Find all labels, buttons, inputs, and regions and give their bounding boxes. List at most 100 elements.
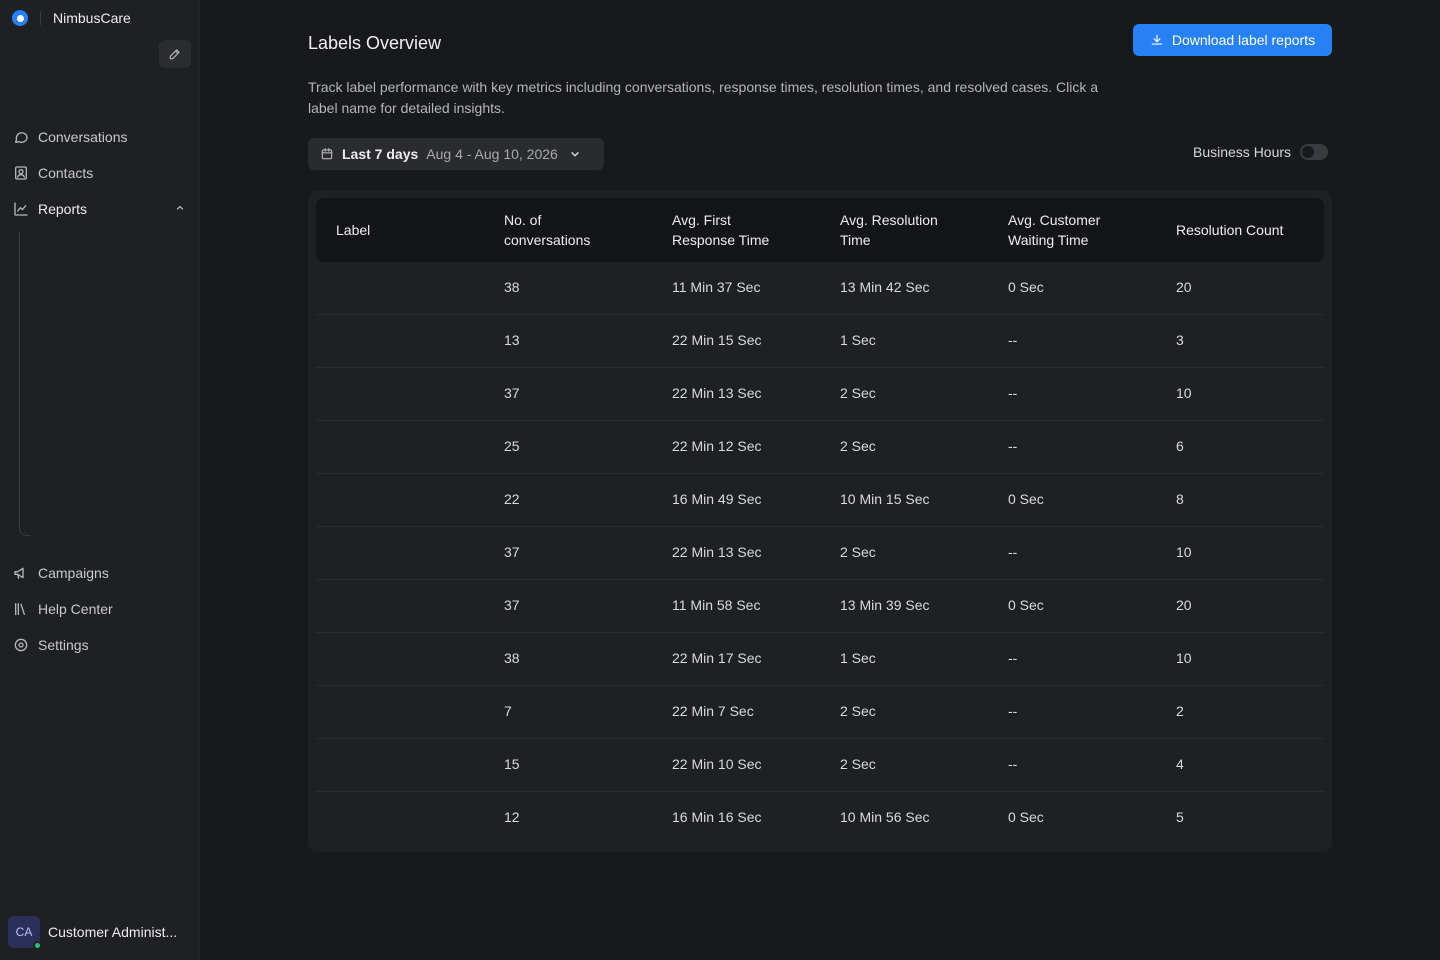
- cell-resolution-time: 2 Sec: [840, 438, 876, 454]
- business-hours-toggle[interactable]: [1300, 144, 1329, 160]
- avatar: CA: [8, 916, 42, 950]
- cell-conversations: 13: [504, 332, 520, 348]
- sidebar-item-contacts[interactable]: Contacts: [12, 161, 192, 185]
- cell-resolution-count: 2: [1176, 703, 1184, 719]
- sidebar-item-reports[interactable]: Reports: [12, 197, 192, 221]
- brand-name: NimbusCare: [53, 10, 131, 26]
- sidebar-item-label: Settings: [38, 637, 89, 653]
- cell-first-response: 11 Min 58 Sec: [672, 597, 761, 613]
- cell-resolution-count: 10: [1176, 385, 1192, 401]
- user-menu[interactable]: CA Customer Administ...: [8, 916, 188, 950]
- cell-waiting-time: 0 Sec: [1008, 809, 1044, 825]
- table-row[interactable]: 37 22 Min 13 Sec 2 Sec -- 10: [316, 527, 1324, 580]
- cell-resolution-count: 20: [1176, 597, 1192, 613]
- cell-resolution-time: 10 Min 56 Sec: [840, 809, 930, 825]
- megaphone-icon: [12, 564, 30, 582]
- date-range-picker[interactable]: Last 7 days Aug 4 - Aug 10, 2026: [308, 138, 604, 170]
- brand[interactable]: NimbusCare: [12, 8, 131, 28]
- cell-conversations: 25: [504, 438, 520, 454]
- chevron-down-icon: [568, 147, 582, 161]
- line-chart-icon: [12, 200, 30, 218]
- cell-resolution-count: 5: [1176, 809, 1184, 825]
- table-row[interactable]: 22 16 Min 49 Sec 10 Min 15 Sec 0 Sec 8: [316, 474, 1324, 527]
- compose-button[interactable]: [159, 40, 191, 68]
- cell-conversations: 38: [504, 279, 520, 295]
- cell-waiting-time: --: [1008, 385, 1018, 401]
- page-description: Track label performance with key metrics…: [308, 79, 1099, 116]
- cell-conversations: 15: [504, 756, 520, 772]
- cell-waiting-time: 0 Sec: [1008, 597, 1044, 613]
- cell-conversations: 37: [504, 544, 520, 560]
- table-row[interactable]: 38 22 Min 17 Sec 1 Sec -- 10: [316, 633, 1324, 686]
- cell-resolution-time: 13 Min 39 Sec: [840, 597, 930, 613]
- cell-resolution-count: 6: [1176, 438, 1184, 454]
- table-row[interactable]: 25 22 Min 12 Sec 2 Sec -- 6: [316, 421, 1324, 474]
- avatar-initials: CA: [15, 925, 33, 939]
- cell-resolution-time: 1 Sec: [840, 332, 876, 348]
- sidebar-item-label: Help Center: [38, 601, 113, 617]
- user-name: Customer Administ...: [48, 924, 178, 940]
- cell-resolution-time: 1 Sec: [840, 650, 876, 666]
- table-header: Label No. of conversations Avg. First Re…: [316, 198, 1324, 262]
- cell-conversations: 38: [504, 650, 520, 666]
- table-row[interactable]: 12 16 Min 16 Sec 10 Min 56 Sec 0 Sec 5: [316, 792, 1324, 845]
- gear-icon: [12, 636, 30, 654]
- cell-waiting-time: --: [1008, 650, 1018, 666]
- table-row[interactable]: 38 11 Min 37 Sec 13 Min 42 Sec 0 Sec 20: [316, 262, 1324, 315]
- sidebar-item-settings[interactable]: Settings: [12, 633, 192, 657]
- sidebar-item-campaigns[interactable]: Campaigns: [12, 561, 192, 585]
- cell-first-response: 22 Min 10 Sec: [672, 756, 762, 772]
- table-row[interactable]: 15 22 Min 10 Sec 2 Sec -- 4: [316, 739, 1324, 792]
- column-header-label[interactable]: Label: [336, 220, 370, 240]
- sidebar-item-label: Campaigns: [38, 565, 109, 581]
- sidebar-item-help-center[interactable]: Help Center: [12, 597, 192, 621]
- cell-resolution-time: 2 Sec: [840, 703, 876, 719]
- cell-resolution-count: 10: [1176, 650, 1192, 666]
- cell-conversations: 22: [504, 491, 520, 507]
- page-title: Labels Overview: [308, 33, 442, 53]
- download-label-reports-button[interactable]: Download label reports: [1133, 24, 1332, 56]
- sidebar-item-label: Reports: [38, 201, 88, 217]
- date-range-dates: Aug 4 - Aug 10, 2026: [426, 146, 558, 162]
- chat-bubble-icon: [12, 128, 30, 146]
- column-header-resolution-time[interactable]: Avg. Resolution Time: [840, 210, 960, 250]
- business-hours-label: Business Hours: [1193, 144, 1292, 160]
- cell-conversations: 37: [504, 385, 520, 401]
- cell-waiting-time: --: [1008, 438, 1018, 454]
- column-header-waiting-time[interactable]: Avg. Customer Waiting Time: [1008, 210, 1128, 250]
- reports-submenu-tree-line: [19, 232, 31, 536]
- sidebar: NimbusCare Conversations Contacts Report…: [0, 0, 200, 960]
- table-row[interactable]: 13 22 Min 15 Sec 1 Sec -- 3: [316, 315, 1324, 368]
- cell-conversations: 12: [504, 809, 520, 825]
- chevron-up-icon[interactable]: [174, 201, 186, 217]
- cell-resolution-time: 10 Min 15 Sec: [840, 491, 930, 507]
- cell-waiting-time: --: [1008, 703, 1018, 719]
- contact-card-icon: [12, 164, 30, 182]
- cell-first-response: 11 Min 37 Sec: [672, 279, 761, 295]
- cell-first-response: 22 Min 13 Sec: [672, 544, 762, 560]
- cell-first-response: 22 Min 7 Sec: [672, 703, 754, 719]
- labels-table: Label No. of conversations Avg. First Re…: [308, 190, 1332, 852]
- cell-waiting-time: --: [1008, 544, 1018, 560]
- cell-resolution-count: 10: [1176, 544, 1192, 560]
- sidebar-item-label: Contacts: [38, 165, 94, 181]
- sidebar-item-conversations[interactable]: Conversations: [12, 125, 192, 149]
- column-header-conversations[interactable]: No. of conversations: [504, 210, 624, 250]
- sidebar-item-label: Conversations: [38, 129, 128, 145]
- table-row[interactable]: 37 11 Min 58 Sec 13 Min 39 Sec 0 Sec 20: [316, 580, 1324, 633]
- cell-first-response: 22 Min 17 Sec: [672, 650, 762, 666]
- cell-resolution-count: 20: [1176, 279, 1192, 295]
- column-header-resolution-count[interactable]: Resolution Count: [1176, 220, 1283, 240]
- calendar-icon: [321, 148, 333, 160]
- column-header-first-response[interactable]: Avg. First Response Time: [672, 210, 792, 250]
- table-row[interactable]: 37 22 Min 13 Sec 2 Sec -- 10: [316, 368, 1324, 421]
- cell-conversations: 7: [504, 703, 512, 719]
- date-range-label: Last 7 days: [342, 146, 419, 162]
- table-row[interactable]: 7 22 Min 7 Sec 2 Sec -- 2: [316, 686, 1324, 739]
- cell-conversations: 37: [504, 597, 520, 613]
- cell-first-response: 22 Min 13 Sec: [672, 385, 762, 401]
- brand-divider: [40, 11, 41, 25]
- business-hours-control: Business Hours: [1193, 144, 1329, 160]
- cell-waiting-time: 0 Sec: [1008, 491, 1044, 507]
- cell-first-response: 16 Min 16 Sec: [672, 809, 762, 825]
